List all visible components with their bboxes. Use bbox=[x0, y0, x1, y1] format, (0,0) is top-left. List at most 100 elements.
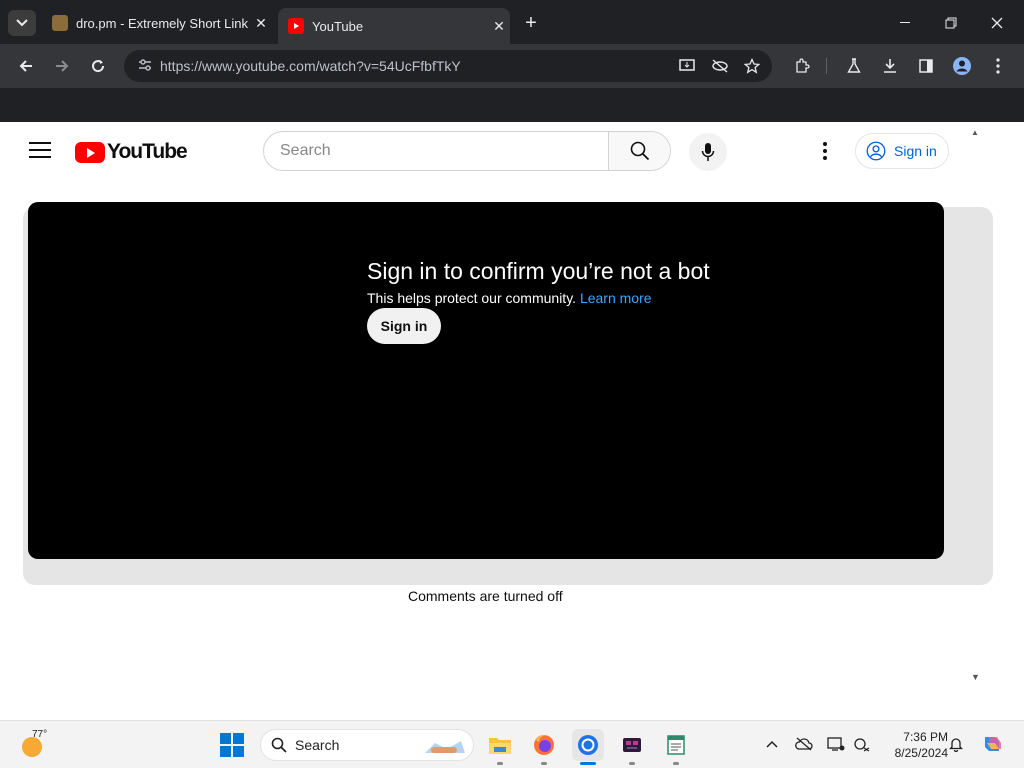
video-player[interactable] bbox=[28, 202, 944, 559]
profile-icon bbox=[953, 57, 971, 75]
browser-menu-button[interactable] bbox=[984, 52, 1012, 80]
clock-date: 8/25/2024 bbox=[894, 746, 948, 760]
weather-widget[interactable]: 77° bbox=[18, 729, 58, 761]
taskbar-search[interactable]: Search bbox=[260, 729, 474, 761]
search-highlight-icon bbox=[425, 741, 465, 753]
sign-in-label: Sign in bbox=[894, 143, 937, 159]
forward-button[interactable] bbox=[48, 52, 76, 80]
cloud-off-icon bbox=[795, 737, 813, 751]
back-button[interactable] bbox=[12, 52, 40, 80]
weather-sun-icon bbox=[22, 737, 42, 757]
hamburger-icon bbox=[29, 142, 51, 144]
download-icon bbox=[884, 59, 896, 73]
chevron-up-icon bbox=[766, 740, 778, 748]
bell-icon bbox=[949, 738, 963, 752]
tab-youtube[interactable]: YouTube ✕ bbox=[278, 8, 510, 44]
voice-search-button[interactable] bbox=[689, 133, 727, 171]
firefox-button[interactable] bbox=[528, 729, 560, 765]
search-input[interactable] bbox=[264, 132, 608, 170]
monitor-icon bbox=[827, 737, 845, 751]
bot-check-title: Sign in to confirm you’re not a bot bbox=[367, 258, 710, 284]
flask-icon bbox=[847, 58, 861, 73]
running-indicator bbox=[580, 762, 596, 765]
arrow-right-icon bbox=[56, 60, 69, 72]
install-app-button[interactable] bbox=[674, 52, 702, 80]
browser-info-bar bbox=[0, 88, 1024, 122]
account-circle-icon bbox=[866, 141, 886, 161]
clock[interactable]: 7:36 PM 8/25/2024 bbox=[880, 729, 948, 761]
side-panel-icon bbox=[919, 59, 933, 73]
learn-more-link[interactable]: Learn more bbox=[580, 290, 652, 306]
network-off-icon bbox=[854, 738, 870, 752]
windows-logo-icon bbox=[220, 733, 231, 744]
extensions-button[interactable] bbox=[788, 52, 816, 80]
install-icon bbox=[679, 59, 695, 71]
start-button[interactable] bbox=[220, 733, 244, 757]
display-button[interactable] bbox=[826, 733, 846, 755]
scroll-up-arrow-icon[interactable]: ▲ bbox=[971, 128, 979, 137]
chrome-icon bbox=[578, 735, 598, 755]
onedrive-button[interactable] bbox=[794, 733, 814, 755]
taskbar: 77° Search 7:36 PM 8/25/2024 bbox=[0, 720, 1024, 768]
tab-strip: dro.pm - Extremely Short Link ✕ YouTube … bbox=[0, 0, 1024, 44]
more-vertical-icon bbox=[996, 58, 1000, 74]
tab-search-button[interactable] bbox=[8, 10, 36, 36]
close-tab-icon[interactable]: ✕ bbox=[488, 18, 510, 35]
browser-toolbar: https://www.youtube.com/watch?v=54UcFfbf… bbox=[0, 44, 1024, 88]
scroll-down-arrow-icon[interactable]: ▼ bbox=[971, 672, 980, 682]
site-info-icon[interactable] bbox=[130, 58, 160, 75]
new-tab-button[interactable]: + bbox=[518, 10, 544, 36]
search-icon bbox=[630, 141, 649, 161]
network-button[interactable] bbox=[852, 733, 872, 755]
downloads-button[interactable] bbox=[876, 52, 904, 80]
notepad-button[interactable] bbox=[660, 729, 692, 765]
minimize-button[interactable] bbox=[882, 8, 928, 38]
youtube-logo[interactable]: YouTube bbox=[75, 140, 188, 164]
labs-button[interactable] bbox=[840, 52, 868, 80]
hide-password-button[interactable] bbox=[706, 52, 734, 80]
reload-button[interactable] bbox=[84, 52, 112, 80]
microphone-icon bbox=[701, 143, 715, 161]
chrome-button[interactable] bbox=[572, 729, 604, 765]
comments-status: Comments are turned off bbox=[408, 588, 563, 604]
copilot-button[interactable] bbox=[980, 733, 1004, 755]
youtube-page: YouTube Sign in ▲ Sign in to confirm you… bbox=[3, 122, 1021, 717]
sign-in-button[interactable]: Sign in bbox=[855, 133, 949, 169]
arrow-left-icon bbox=[19, 60, 32, 72]
close-icon bbox=[991, 17, 1003, 29]
restore-icon bbox=[945, 17, 957, 29]
browser-chrome: dro.pm - Extremely Short Link ✕ YouTube … bbox=[0, 0, 1024, 122]
minimize-icon bbox=[900, 22, 910, 23]
logo-text: YouTube bbox=[107, 140, 188, 163]
app-button[interactable] bbox=[616, 729, 648, 765]
player-sign-in-button[interactable]: Sign in bbox=[367, 308, 441, 344]
notepad-icon bbox=[667, 735, 685, 755]
profile-button[interactable] bbox=[948, 52, 976, 80]
tab-title: YouTube bbox=[312, 18, 364, 34]
search-box bbox=[263, 131, 671, 171]
notifications-button[interactable] bbox=[946, 733, 966, 755]
app-icon bbox=[623, 738, 641, 752]
tab-dro-pm[interactable]: dro.pm - Extremely Short Link ✕ bbox=[44, 8, 272, 38]
weather-temp: 77° bbox=[32, 729, 48, 740]
file-explorer-button[interactable] bbox=[484, 729, 516, 765]
reload-icon bbox=[92, 60, 105, 73]
bookmark-button[interactable] bbox=[738, 52, 766, 80]
search-icon bbox=[271, 737, 287, 753]
side-panel-button[interactable] bbox=[912, 52, 940, 80]
close-tab-icon[interactable]: ✕ bbox=[250, 15, 272, 32]
settings-menu-button[interactable] bbox=[815, 140, 835, 162]
running-indicator bbox=[497, 762, 503, 765]
youtube-play-icon bbox=[75, 141, 105, 163]
close-window-button[interactable] bbox=[974, 8, 1020, 38]
copilot-icon bbox=[985, 737, 1001, 751]
youtube-favicon-icon bbox=[288, 18, 304, 34]
star-icon bbox=[744, 58, 760, 74]
firefox-icon bbox=[534, 735, 554, 755]
url-text: https://www.youtube.com/watch?v=54UcFfbf… bbox=[160, 58, 461, 74]
restore-button[interactable] bbox=[928, 8, 974, 38]
menu-button[interactable] bbox=[29, 142, 51, 160]
running-indicator bbox=[629, 762, 635, 765]
search-button[interactable] bbox=[608, 132, 670, 170]
show-hidden-icons-button[interactable] bbox=[762, 733, 782, 755]
